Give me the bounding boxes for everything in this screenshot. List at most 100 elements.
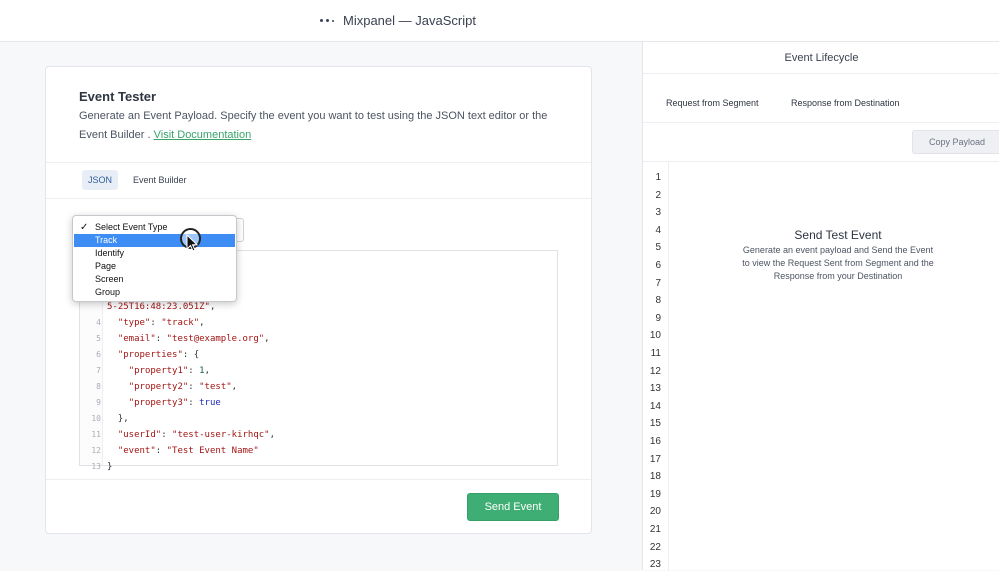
payload-line-number: 5: [655, 242, 661, 254]
dropdown-option-identify[interactable]: Identify: [74, 247, 235, 260]
code-line: 6 "properties": {: [80, 347, 199, 363]
payload-line-number: 23: [649, 559, 661, 571]
dropdown-option-track[interactable]: Track: [74, 234, 235, 247]
payload-line-number: 7: [655, 277, 661, 289]
line-number: 5: [96, 334, 101, 343]
dropdown-option-select-event-type[interactable]: ✓ Select Event Type: [74, 221, 235, 234]
code-token: ,: [231, 382, 238, 392]
payload-line-number: 17: [649, 453, 661, 465]
editor-tabs: JSON Event Builder: [46, 162, 591, 199]
code-text: "property3": true: [107, 395, 221, 411]
option-label: Select Event Type: [95, 222, 168, 232]
code-line: 5 "email": "test@example.org",: [80, 331, 269, 347]
payload-line-number: 10: [649, 330, 661, 342]
tab-event-builder[interactable]: Event Builder: [127, 170, 193, 190]
code-text: "event": "Test Event Name": [107, 443, 259, 459]
code-token: :: [150, 318, 162, 328]
dropdown-option-screen[interactable]: Screen: [74, 273, 235, 286]
code-text: "type": "track",: [107, 315, 205, 331]
code-line: 4 "type": "track",: [80, 315, 204, 331]
code-line: 10 },: [80, 411, 128, 427]
code-line: 11 "userId": "test-user-kirhqc",: [80, 427, 275, 443]
code-token: :: [155, 334, 167, 344]
payload-line-number: 2: [655, 189, 661, 201]
dropdown-option-group[interactable]: Group: [74, 286, 235, 299]
payload-line-number: 22: [649, 541, 661, 553]
integration-title: Mixpanel — JavaScript: [343, 13, 476, 28]
code-token: ,: [199, 318, 205, 328]
payload-line-number: 1: [655, 172, 661, 183]
code-line: 9 "property3": true: [80, 395, 221, 411]
line-number: 4: [96, 318, 101, 327]
code-token: "property1": [128, 366, 189, 376]
payload-line-number: 11: [650, 348, 661, 359]
card-divider: [46, 479, 591, 480]
payload-line-number: 18: [649, 471, 661, 483]
lifecycle-tabs: Request from Segment Response from Desti…: [643, 74, 999, 123]
tab-json[interactable]: JSON: [82, 170, 119, 190]
code-token: "test": [199, 382, 232, 392]
code-token: ,: [264, 334, 270, 344]
payload-line-number: 21: [649, 524, 661, 535]
payload-line-number: 3: [655, 207, 661, 219]
dropdown-option-page[interactable]: Page: [74, 260, 235, 273]
code-token: true: [199, 398, 221, 408]
code-token: "userId": [117, 430, 162, 440]
payload-line-number: 13: [649, 383, 661, 395]
event-tester-description: Generate an Event Payload. Specify the e…: [79, 107, 569, 145]
code-token: :: [188, 398, 200, 408]
payload-line-number: 6: [655, 260, 661, 271]
event-type-dropdown[interactable]: ✓ Select Event Type Track Identify Page …: [72, 215, 237, 302]
app-title: Mixpanel — JavaScript: [320, 13, 476, 28]
line-number: 10: [91, 414, 101, 423]
copy-payload-button[interactable]: Copy Payload: [912, 130, 999, 154]
code-line: 12 "event": "Test Event Name": [80, 443, 258, 459]
payload-line-number: 19: [649, 488, 661, 500]
code-line: 13}: [80, 459, 112, 475]
code-token: "type": [117, 318, 151, 328]
tab-response-from-destination[interactable]: Response from Destination: [791, 98, 900, 108]
code-token: "Test Event Name": [166, 446, 259, 456]
code-token: ,: [269, 430, 276, 440]
code-token: }: [107, 462, 113, 472]
payload-gutter: 1 2 3 4 5 6 7 8 9 10 11 12 13 14 15 16 17 18 19 20 21 22 23: [643, 162, 669, 571]
code-text: "property1": 1,: [107, 363, 210, 379]
code-token: ,: [209, 302, 216, 312]
code-text: "property2": "test",: [107, 379, 237, 395]
line-number: 13: [91, 462, 101, 471]
payload-line-number: 16: [649, 436, 661, 447]
code-line: 7 "property1": 1,: [80, 363, 210, 379]
code-token: :: [188, 382, 200, 392]
code-text: },: [107, 411, 129, 427]
visit-documentation-link[interactable]: Visit Documentation: [154, 129, 252, 141]
code-text: "properties": {: [107, 347, 199, 363]
line-number: 12: [91, 446, 101, 455]
code-text: "userId": "test-user-kirhqc",: [107, 427, 275, 443]
tab-request-from-segment[interactable]: Request from Segment: [666, 98, 759, 108]
code-token: "event": [117, 446, 156, 456]
code-token: : {: [182, 350, 200, 360]
code-token: "property3": [128, 398, 189, 408]
code-line: 8 "property2": "test",: [80, 379, 237, 395]
line-number: 11: [91, 430, 101, 439]
code-token: "property2": [128, 382, 189, 392]
payload-line-number: 8: [655, 295, 661, 307]
payload-line-number: 14: [649, 400, 661, 412]
line-number: 7: [96, 366, 101, 375]
send-event-button[interactable]: Send Event: [467, 493, 559, 521]
payload-line-number: 15: [649, 418, 661, 430]
code-token: ,: [204, 366, 210, 376]
event-tester-title: Event Tester: [79, 89, 157, 104]
mixpanel-logo-icon: [320, 19, 334, 22]
payload-line-number: 12: [649, 365, 661, 377]
line-number: 8: [96, 382, 101, 391]
empty-state-title: Send Test Event: [794, 228, 882, 242]
code-text: "email": "test@example.org",: [107, 331, 270, 347]
